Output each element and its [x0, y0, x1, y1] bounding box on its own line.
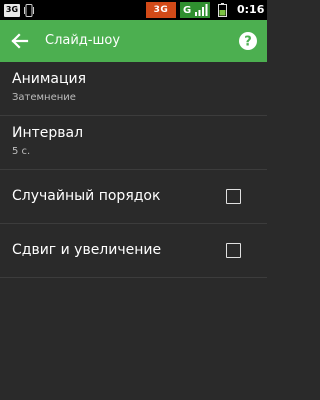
interval-setting[interactable]: Интервал 5 с.	[0, 116, 267, 170]
shuffle-setting[interactable]: Случайный порядок	[0, 170, 267, 224]
3g-notification-icon: 3G	[4, 3, 20, 17]
animation-value: Затемнение	[12, 92, 76, 103]
animation-title: Анимация	[12, 71, 87, 87]
network-3g-icon: 3G	[146, 2, 176, 18]
zoom-checkbox[interactable]	[226, 243, 241, 258]
zoom-title: Сдвиг и увеличение	[12, 242, 162, 258]
interval-title: Интервал	[12, 125, 84, 141]
network-g-icon: G	[180, 2, 210, 18]
shuffle-title: Случайный порядок	[12, 188, 161, 204]
shuffle-checkbox[interactable]	[226, 189, 241, 204]
zoom-setting[interactable]: Сдвиг и увеличение	[0, 224, 267, 278]
vibrate-icon	[24, 3, 34, 17]
status-bar: 3G 3G G 0:16	[0, 0, 267, 20]
action-bar: Слайд-шоу ?	[0, 20, 267, 62]
svg-text:?: ?	[244, 35, 252, 50]
clock: 0:16	[237, 3, 265, 16]
animation-setting[interactable]: Анимация Затемнение	[0, 62, 267, 116]
network-g-label: G	[183, 4, 192, 16]
settings-list: Анимация Затемнение Интервал 5 с. Случай…	[0, 62, 267, 278]
page-title: Слайд-шоу	[45, 33, 121, 48]
back-arrow-icon[interactable]	[10, 31, 30, 51]
signal-strength-icon	[195, 4, 208, 16]
battery-icon	[218, 3, 227, 17]
help-icon[interactable]: ?	[238, 31, 258, 51]
interval-value: 5 с.	[12, 146, 31, 157]
